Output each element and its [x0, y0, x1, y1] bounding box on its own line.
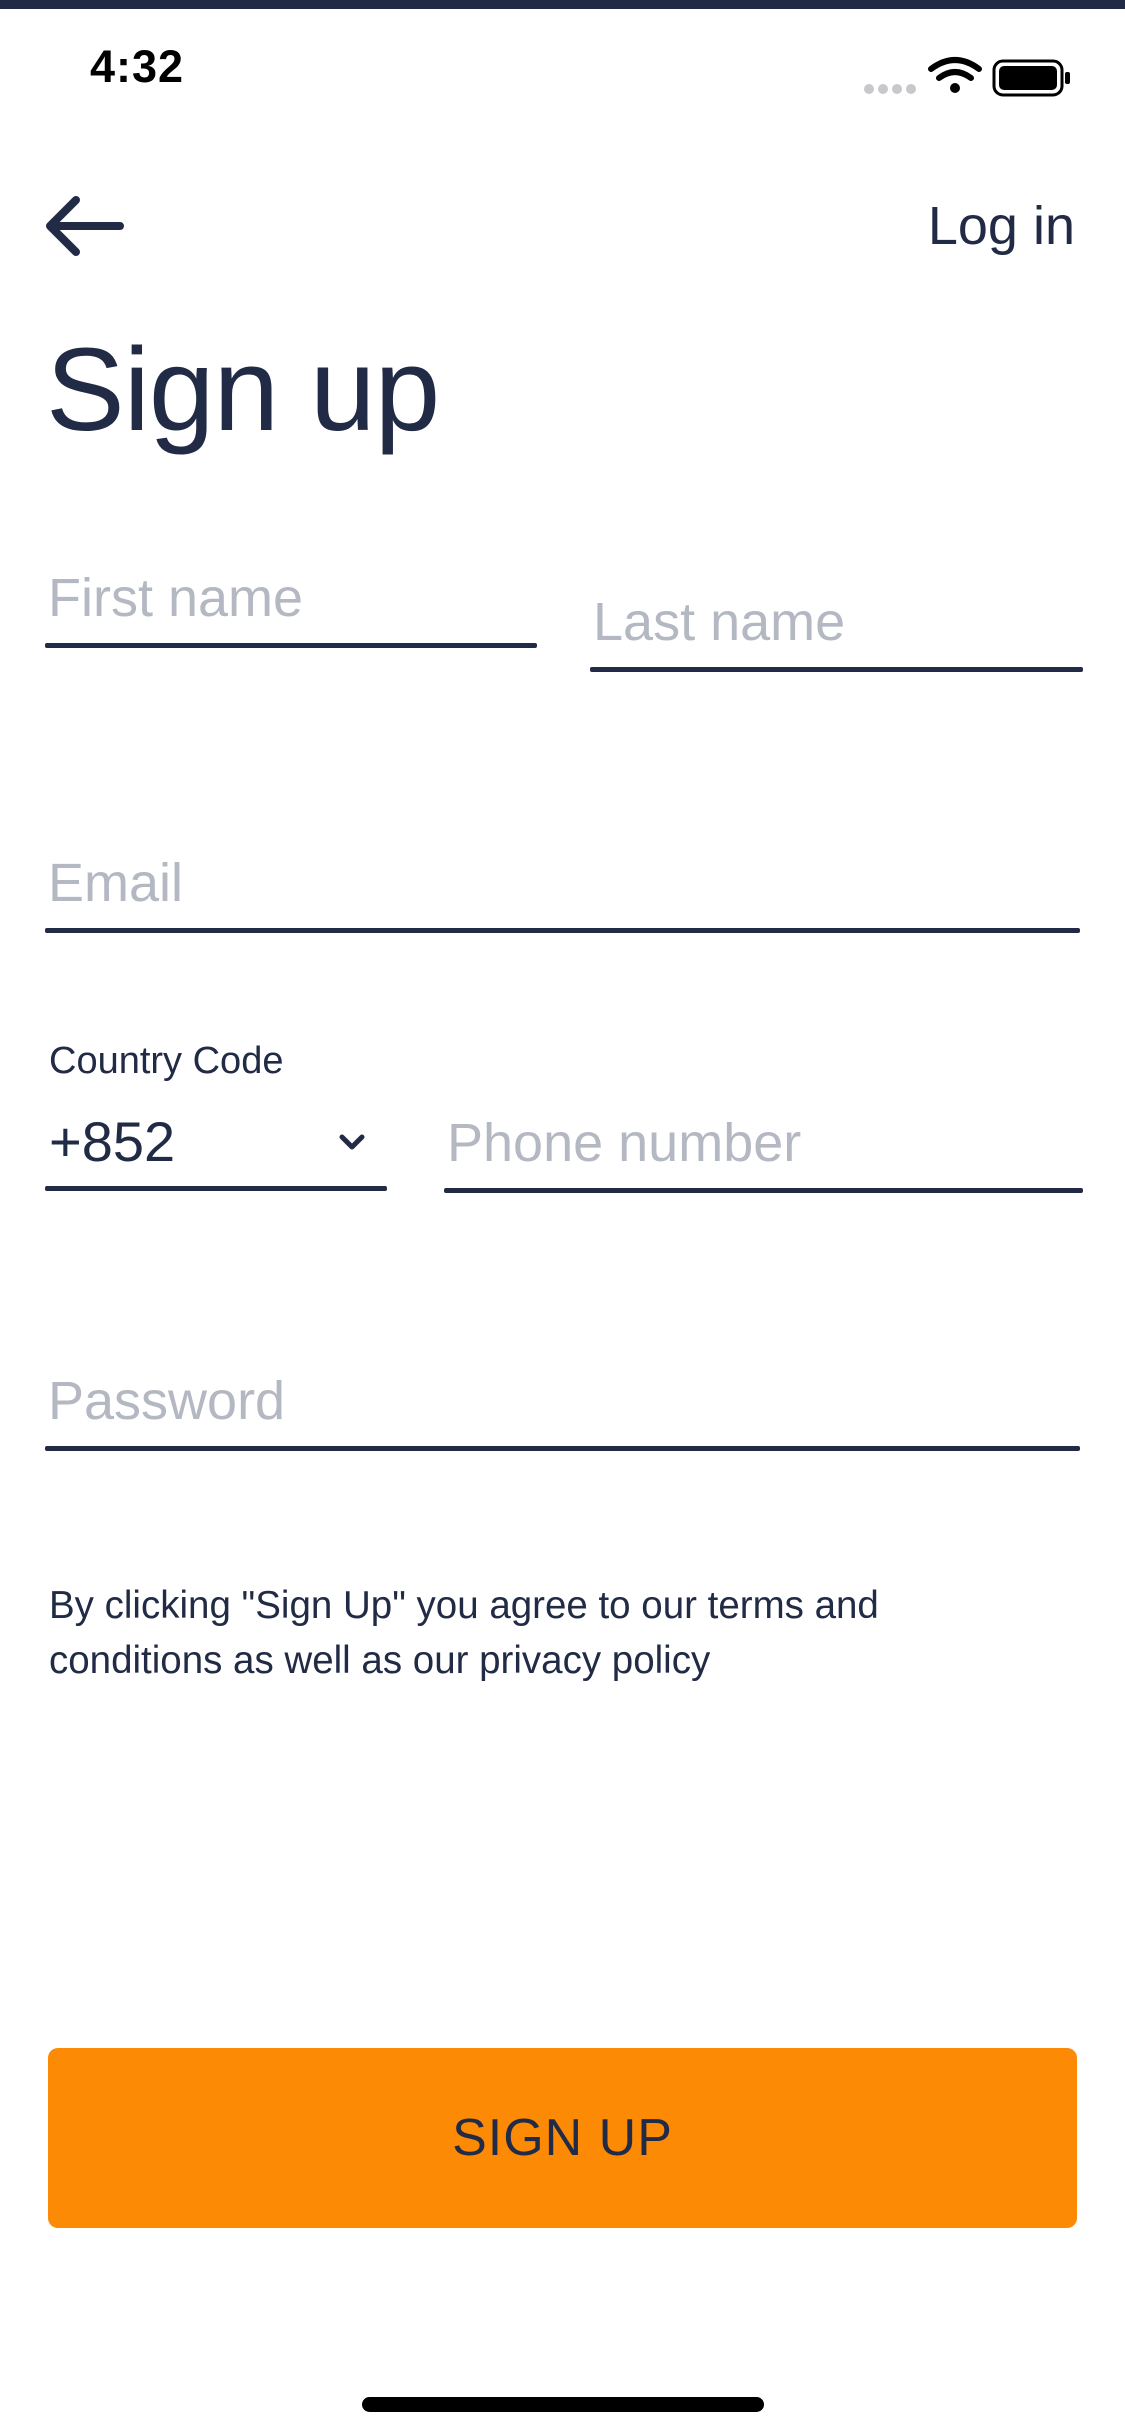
- home-indicator: [362, 2397, 764, 2412]
- phone-field[interactable]: [444, 1103, 1083, 1193]
- email-field[interactable]: [45, 843, 1080, 933]
- status-time: 4:32: [90, 41, 185, 92]
- status-icons: [864, 57, 1070, 97]
- email-input[interactable]: [45, 843, 1080, 923]
- login-link[interactable]: Log in: [928, 195, 1075, 257]
- last-name-field[interactable]: [590, 582, 1083, 672]
- terms-text: By clicking "Sign Up" you agree to our t…: [49, 1584, 879, 1682]
- last-name-input[interactable]: [590, 582, 1083, 662]
- chevron-down-icon: [339, 1134, 365, 1150]
- arrow-left-icon: [46, 196, 124, 256]
- country-code-label: Country Code: [49, 1040, 284, 1082]
- email-underline: [45, 928, 1080, 933]
- phone-underline: [444, 1188, 1083, 1193]
- first-name-input[interactable]: [45, 558, 537, 638]
- signup-button[interactable]: SIGN UP: [48, 2048, 1077, 2228]
- country-code-value: +852: [49, 1110, 176, 1173]
- password-underline: [45, 1446, 1080, 1451]
- signal-dots-icon: [864, 84, 916, 94]
- back-button[interactable]: [40, 188, 130, 268]
- last-name-underline: [590, 667, 1083, 672]
- first-name-underline: [45, 643, 537, 648]
- battery-icon: [992, 59, 1070, 97]
- top-strip: [0, 0, 1125, 9]
- page-title: Sign up: [46, 324, 440, 456]
- password-field[interactable]: [45, 1361, 1080, 1451]
- status-bar: 4:32: [0, 9, 1125, 129]
- phone-input[interactable]: [444, 1103, 1083, 1183]
- wifi-icon: [928, 57, 982, 93]
- first-name-field[interactable]: [45, 558, 537, 648]
- country-code-select[interactable]: +852: [45, 1105, 387, 1191]
- password-input[interactable]: [45, 1361, 1080, 1441]
- country-code-underline: [45, 1186, 387, 1191]
